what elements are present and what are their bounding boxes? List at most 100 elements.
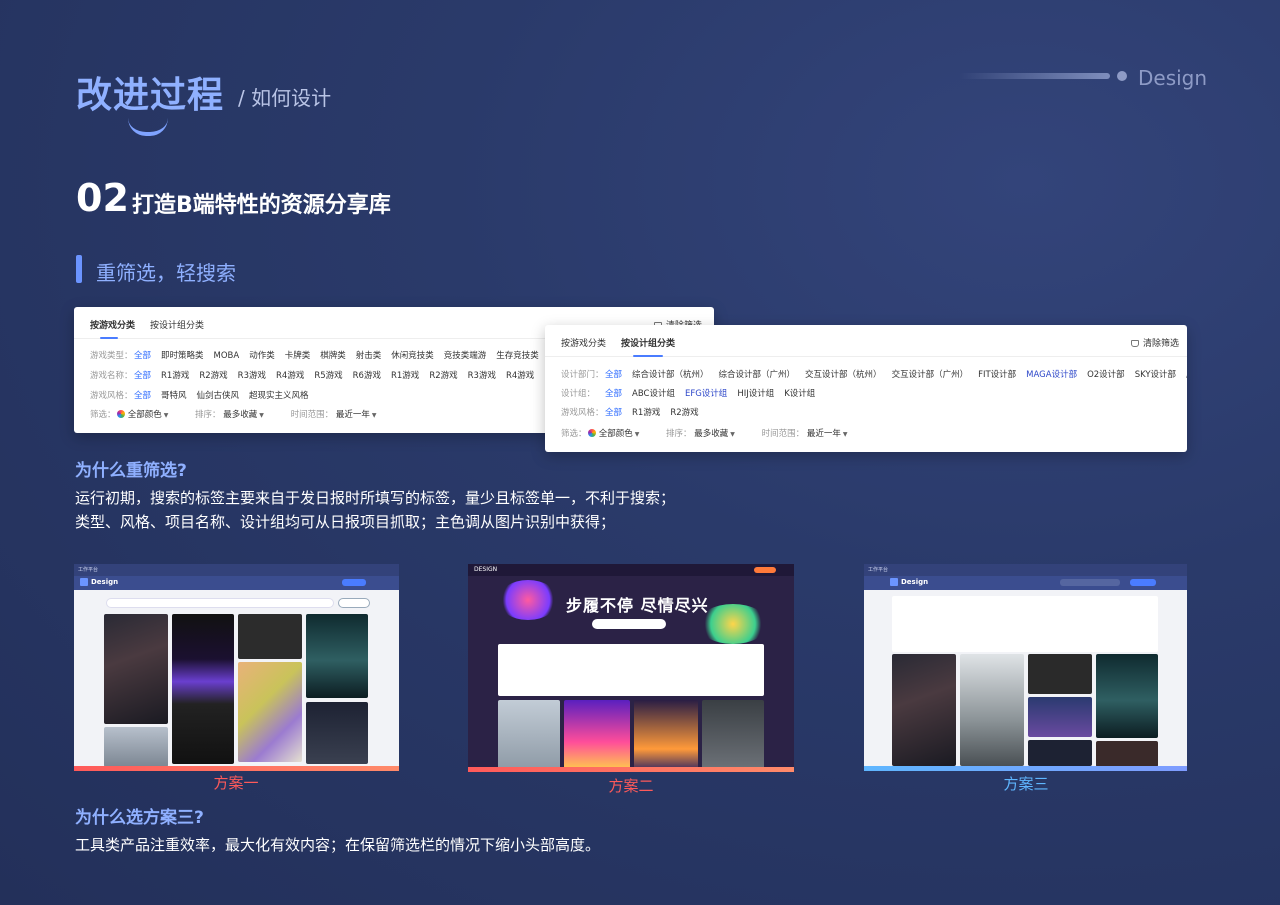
upload-button[interactable] [342, 579, 366, 586]
filter-tag[interactable]: EFG设计组 [685, 387, 727, 399]
clear-filter-label: 清除筛选 [1143, 339, 1180, 349]
filter-tag[interactable]: R3游戏 [468, 369, 496, 381]
color-select[interactable]: 全部颜色 ▼ [587, 427, 639, 439]
filter-tag[interactable]: 射击类 [356, 349, 382, 361]
filter-tag[interactable]: 全部 [605, 368, 622, 380]
thumb-6[interactable] [306, 614, 368, 698]
filter-tag[interactable]: 休闲竞技类 [391, 349, 434, 361]
filter-tag[interactable]: 全部 [134, 369, 151, 381]
filter-tag[interactable]: 竞技类端游 [444, 349, 487, 361]
thumb-6[interactable] [1096, 654, 1158, 738]
filter-tag[interactable]: R4游戏 [506, 369, 534, 381]
filter-tag[interactable]: R1游戏 [391, 369, 419, 381]
search-input[interactable] [1060, 579, 1120, 586]
color-wheel-icon [587, 429, 596, 437]
search-input[interactable] [106, 598, 334, 608]
thumb-7[interactable] [1096, 741, 1158, 767]
filter-tag[interactable]: R3游戏 [238, 369, 266, 381]
thumb-5[interactable] [238, 662, 302, 762]
page-title: 改进过程 [76, 75, 225, 116]
why-filter-title: 为什么重筛选? [75, 461, 187, 481]
sort-select[interactable]: 最多收藏 ▼ [223, 408, 264, 420]
filter-tag[interactable]: R1游戏 [632, 406, 660, 418]
filter-tag[interactable]: 交互设计部（广州） [892, 368, 969, 380]
filter-tag[interactable]: 生存竞技类 [496, 349, 539, 361]
filter-tag[interactable]: K设计组 [784, 387, 815, 399]
expand-button[interactable]: 展开 [1186, 368, 1187, 380]
color-wheel-icon [116, 410, 125, 418]
thumb-4[interactable] [238, 614, 302, 659]
highlight-strip [864, 766, 1187, 771]
thumb-3[interactable] [1028, 654, 1092, 694]
filter-row-label: 游戏类型： [90, 351, 133, 361]
thumb-1[interactable] [498, 700, 560, 770]
sort-select[interactable]: 最多收藏 ▼ [694, 427, 735, 439]
decor-line [960, 73, 1110, 79]
filter-tag[interactable]: 卡牌类 [285, 349, 311, 361]
filter-tag[interactable]: 动作类 [249, 349, 275, 361]
filter-tag[interactable]: ABC设计组 [632, 387, 675, 399]
tab-by-design-group[interactable]: 按设计组分类 [150, 318, 204, 331]
time-select[interactable]: 最近一年 ▼ [336, 408, 377, 420]
decor-blob [498, 580, 558, 620]
thumb-2[interactable] [564, 700, 630, 770]
filter-tag[interactable]: R2游戏 [670, 406, 698, 418]
upload-button[interactable] [1130, 579, 1156, 586]
filter-row-label: 设计组： [561, 389, 596, 399]
filter-tag[interactable]: 哥特风 [161, 389, 187, 401]
filter-tag[interactable]: SKY设计部 [1135, 368, 1176, 380]
filter-tag[interactable]: R1游戏 [161, 369, 189, 381]
logo-text: DESIGN [474, 566, 498, 573]
time-value: 最近一年 [806, 429, 841, 439]
filter-tag[interactable]: 综合设计部（广州） [719, 368, 796, 380]
filter-tag[interactable]: MOBA [214, 351, 240, 361]
sort-value: 最多收藏 [694, 429, 729, 439]
search-input[interactable] [592, 619, 666, 629]
filter-tag[interactable]: 全部 [605, 406, 622, 418]
filter-tag[interactable]: 全部 [134, 389, 151, 401]
filter-tag[interactable]: FIT设计部 [978, 368, 1016, 380]
thumb-1[interactable] [892, 654, 956, 766]
thumb-3[interactable] [172, 614, 234, 764]
filter-tag[interactable]: 即时策略类 [161, 349, 204, 361]
filter-tag[interactable]: 全部 [134, 349, 151, 361]
time-select[interactable]: 最近一年 ▼ [807, 427, 848, 439]
filter-button[interactable] [338, 598, 370, 608]
filter-tag[interactable]: O2设计部 [1087, 368, 1125, 380]
filter-tag[interactable]: R6游戏 [353, 369, 381, 381]
smile-decoration [128, 118, 168, 136]
thumb-5[interactable] [1028, 740, 1092, 766]
section-number: 02 [76, 176, 129, 220]
filter-row: 游戏风格：全部 哥特风 仙剑古侠风 超现实主义风格 [90, 389, 319, 401]
filter-tag[interactable]: R2游戏 [429, 369, 457, 381]
tab-by-game[interactable]: 按游戏分类 [90, 318, 135, 331]
filter-tag[interactable]: 综合设计部（杭州） [632, 368, 709, 380]
decor-dot [1117, 71, 1127, 81]
thumb-2[interactable] [104, 727, 168, 767]
filter-row: 设计组： 全部 ABC设计组 EFG设计组 HIJ设计组 K设计组 [561, 387, 825, 399]
thumb-2[interactable] [960, 654, 1024, 766]
filter-tag[interactable]: 棋牌类 [320, 349, 346, 361]
tab-by-game[interactable]: 按游戏分类 [561, 336, 606, 349]
filter-tag[interactable]: 超现实主义风格 [249, 389, 309, 401]
thumb-4[interactable] [1028, 697, 1092, 737]
thumb-1[interactable] [104, 614, 168, 724]
filter-tag[interactable]: HIJ设计组 [737, 387, 774, 399]
color-select[interactable]: 全部颜色 ▼ [116, 408, 168, 420]
sort-label: 排序： [195, 410, 221, 420]
thumb-7[interactable] [306, 702, 368, 764]
upload-button[interactable] [754, 567, 776, 573]
filter-tag[interactable]: 仙剑古侠风 [197, 389, 240, 401]
clear-filter-button[interactable]: 清除筛选 [1131, 336, 1179, 349]
filter-tag[interactable]: R4游戏 [276, 369, 304, 381]
filter-tag[interactable]: MAGA设计部 [1026, 368, 1077, 380]
filter-tag[interactable]: R5游戏 [314, 369, 342, 381]
filter-tag[interactable]: R2游戏 [199, 369, 227, 381]
thumb-4[interactable] [702, 700, 764, 770]
tab-by-design-group[interactable]: 按设计组分类 [621, 336, 675, 349]
option-two-caption: 方案二 [608, 777, 654, 795]
filter-tag[interactable]: 全部 [605, 387, 622, 399]
filter-tag[interactable]: 交互设计部（杭州） [805, 368, 882, 380]
thumb-3[interactable] [634, 700, 698, 770]
clear-icon [1131, 340, 1139, 347]
